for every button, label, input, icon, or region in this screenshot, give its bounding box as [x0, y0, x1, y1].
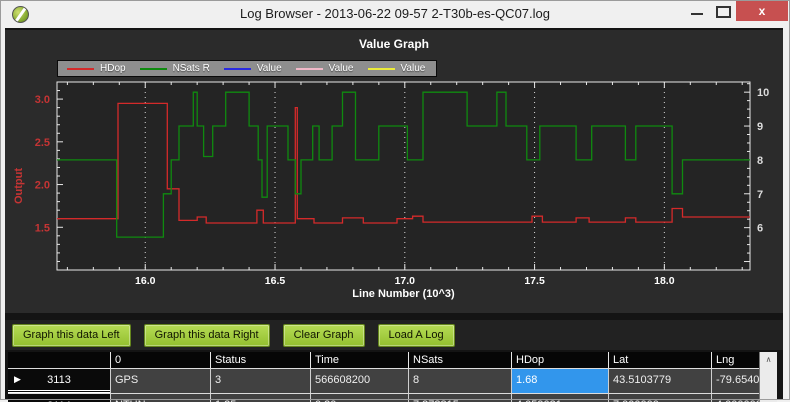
- row-header-cell[interactable]: 3114: [8, 394, 110, 402]
- legend-swatch: [67, 68, 94, 70]
- legend-label: NSats R: [173, 63, 210, 74]
- legend-swatch: [368, 68, 395, 70]
- table-cell[interactable]: 3: [210, 369, 310, 393]
- clear-graph-button[interactable]: Clear Graph: [283, 324, 365, 347]
- scroll-up-icon[interactable]: ∧: [760, 352, 777, 368]
- minimize-button[interactable]: [684, 0, 710, 22]
- y-axis-label-left: Output: [13, 155, 25, 217]
- legend-item[interactable]: Value: [296, 63, 354, 74]
- left-tick-label: 2.0: [35, 180, 50, 192]
- column-header-lng[interactable]: Lng: [711, 352, 759, 368]
- close-button[interactable]: x: [736, 1, 788, 21]
- legend-item[interactable]: HDop: [67, 63, 126, 74]
- left-tick-label: 2.5: [35, 137, 50, 149]
- table-cell[interactable]: 4.000000: [711, 394, 759, 402]
- table-cell[interactable]: GPS: [110, 369, 210, 393]
- x-tick-label: 18.0: [654, 275, 675, 287]
- x-axis-label: Line Number (10^3): [57, 288, 750, 300]
- selected-cell[interactable]: 1.68: [511, 369, 608, 393]
- table-cell[interactable]: 7.378815: [408, 394, 511, 402]
- legend-item[interactable]: Value: [368, 63, 426, 74]
- window-title: Log Browser - 2013-06-22 09-57 2-T30b-es…: [0, 0, 790, 28]
- x-tick-label: 16.0: [135, 275, 156, 287]
- table-scrollbar[interactable]: ∧: [759, 352, 777, 402]
- row-line-number: 3113: [47, 374, 71, 386]
- right-tick-label: 8: [757, 155, 763, 167]
- table-header-row: 0StatusTimeNSatsHDopLatLng: [8, 352, 777, 368]
- close-icon: x: [759, 4, 766, 18]
- table-cell[interactable]: -79.65402: [711, 369, 759, 393]
- right-tick-label: 7: [757, 189, 763, 201]
- column-header-hdop[interactable]: HDop: [511, 352, 608, 368]
- table-cell[interactable]: 7.000000: [608, 394, 711, 402]
- graph-this-data-right-button[interactable]: Graph this data Right: [144, 324, 270, 347]
- current-row-marker-icon: ▶: [14, 374, 21, 385]
- table-cell[interactable]: 1.25: [210, 394, 310, 402]
- table-cell[interactable]: 8: [408, 369, 511, 393]
- legend-item[interactable]: NSats R: [140, 63, 210, 74]
- graph-panel: Value Graph 1.52.02.53.067891016.016.517…: [5, 30, 783, 313]
- x-tick-label: 17.0: [395, 275, 416, 287]
- log-browser-content: Value Graph 1.52.02.53.067891016.016.517…: [5, 28, 783, 400]
- legend-swatch: [296, 68, 323, 70]
- legend-swatch: [140, 68, 167, 70]
- button-bar: Graph this data Left Graph this data Righ…: [5, 320, 783, 350]
- graph-this-data-left-button[interactable]: Graph this data Left: [12, 324, 131, 347]
- plot-background: [57, 82, 750, 270]
- table-row: 3114NTUN1.250.307.3788154.0590317.000000…: [8, 393, 777, 402]
- column-header-status[interactable]: Status: [210, 352, 310, 368]
- maximize-button[interactable]: [710, 0, 736, 22]
- legend-label: Value: [257, 63, 282, 74]
- right-tick-label: 6: [757, 223, 763, 235]
- load-a-log-button[interactable]: Load A Log: [378, 324, 455, 347]
- legend-label: Value: [329, 63, 354, 74]
- column-header-nsats[interactable]: NSats: [408, 352, 511, 368]
- x-tick-label: 16.5: [265, 275, 286, 287]
- right-tick-label: 9: [757, 121, 763, 133]
- log-table[interactable]: 0StatusTimeNSatsHDopLatLng ▶ 3113 GPS356660…: [8, 352, 777, 402]
- table-cell[interactable]: 566608200: [310, 369, 408, 393]
- left-tick-label: 3.0: [35, 94, 50, 106]
- column-header-0[interactable]: 0: [110, 352, 210, 368]
- column-header-lat[interactable]: Lat: [608, 352, 711, 368]
- legend-item[interactable]: Value: [224, 63, 282, 74]
- title-bar[interactable]: Log Browser - 2013-06-22 09-57 2-T30b-es…: [0, 0, 790, 28]
- table-cell[interactable]: NTUN: [110, 394, 210, 402]
- legend: HDop NSats R Value Value Value: [57, 60, 437, 77]
- table-cell[interactable]: 4.059031: [511, 394, 608, 402]
- x-tick-label: 17.5: [524, 275, 545, 287]
- table-cell[interactable]: 0.30: [310, 394, 408, 402]
- left-tick-label: 1.5: [35, 222, 50, 234]
- right-tick-label: 10: [757, 87, 769, 99]
- legend-label: Value: [401, 63, 426, 74]
- legend-label: HDop: [100, 63, 126, 74]
- legend-swatch: [224, 68, 251, 70]
- table-row: ▶ 3113 GPS356660820081.6843.5103779-79.654…: [8, 368, 777, 393]
- column-header-row[interactable]: [8, 352, 110, 368]
- table-cell[interactable]: 43.5103779: [608, 369, 711, 393]
- row-header-cell[interactable]: ▶ 3113: [8, 369, 110, 393]
- column-header-time[interactable]: Time: [310, 352, 408, 368]
